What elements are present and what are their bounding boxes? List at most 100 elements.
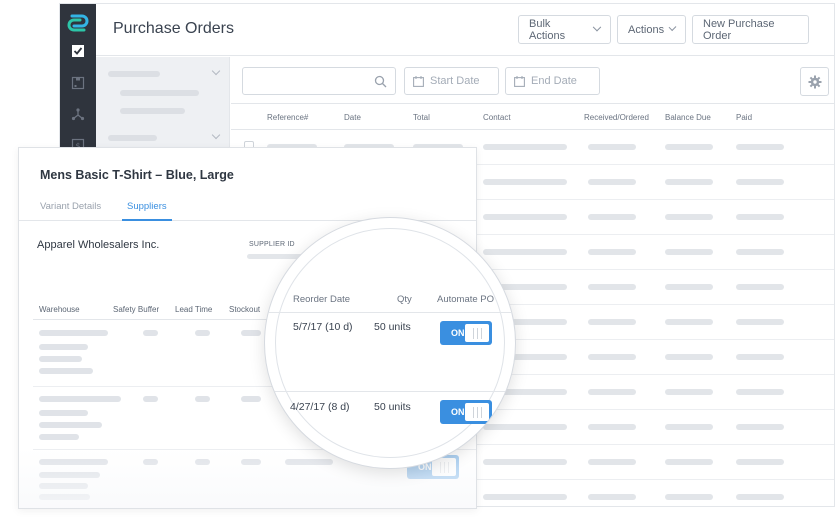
cell-skeleton	[483, 249, 567, 255]
cell-skeleton	[483, 179, 567, 185]
cell-skeleton	[665, 354, 713, 360]
automate-po-toggle[interactable]: ON	[440, 321, 492, 345]
bulk-actions-button[interactable]: Bulk Actions	[518, 15, 611, 44]
cell-skeleton	[665, 459, 713, 465]
magnified-header: Reorder Date Qty Automate PO	[265, 291, 515, 313]
column-header: Qty	[397, 294, 412, 305]
column-header: Safety Buffer	[113, 305, 160, 314]
supplier-id-label: SUPPLIER ID	[249, 241, 295, 248]
supplier-name: Apparel Wholesalers Inc.	[37, 239, 160, 251]
cell-skeleton	[588, 144, 636, 150]
start-date-placeholder: Start Date	[430, 75, 480, 87]
column-header[interactable]: Contact	[483, 113, 511, 122]
automate-po-toggle[interactable]: ON	[440, 400, 492, 424]
filter-skeleton	[120, 108, 185, 114]
start-date-input[interactable]: Start Date	[404, 67, 499, 95]
cell-skeleton	[736, 459, 784, 465]
cell-skeleton	[665, 284, 713, 290]
cell-skeleton	[665, 319, 713, 325]
cell-skeleton	[665, 424, 713, 430]
cell-skeleton	[588, 249, 636, 255]
settings-button[interactable]	[800, 67, 829, 96]
row-divider	[265, 391, 515, 392]
page-title: Purchase Orders	[113, 20, 234, 37]
cell-skeleton	[736, 214, 784, 220]
cell-skeleton	[736, 389, 784, 395]
cell-skeleton	[483, 494, 567, 500]
reorder-qty: 50 units	[374, 401, 411, 413]
variant-tabs: Variant Details Suppliers	[19, 194, 476, 221]
cell-skeleton	[665, 179, 713, 185]
column-header[interactable]: Reference#	[267, 113, 308, 122]
magnifier-lens: Reorder Date Qty Automate PO 5/7/17 (10 …	[264, 217, 516, 469]
stage: $ Purchase Orders Bulk Actions Actions N…	[0, 0, 838, 527]
cell-skeleton	[483, 459, 567, 465]
toggle-knob	[432, 458, 456, 476]
actions-label: Actions	[628, 23, 665, 36]
cell-skeleton	[736, 249, 784, 255]
cell-skeleton	[483, 214, 567, 220]
cell-skeleton	[588, 459, 636, 465]
tab-variant-details[interactable]: Variant Details	[40, 201, 101, 212]
toggle-on-label: ON	[451, 328, 465, 338]
toggle-knob	[465, 324, 489, 342]
cell-skeleton	[483, 144, 567, 150]
column-header: Automate PO	[437, 294, 495, 305]
calendar-icon	[514, 75, 525, 87]
bulk-actions-label: Bulk Actions	[529, 17, 566, 42]
new-purchase-order-button[interactable]: New Purchase Order	[692, 15, 809, 44]
column-header[interactable]: Total	[413, 113, 430, 122]
column-header[interactable]: Date	[344, 113, 361, 122]
column-header[interactable]: Paid	[736, 113, 752, 122]
reorder-qty: 50 units	[374, 321, 411, 333]
cell-skeleton	[665, 144, 713, 150]
cell-skeleton	[736, 494, 784, 500]
calendar-icon	[413, 75, 424, 87]
cell-skeleton	[665, 494, 713, 500]
box-icon[interactable]	[71, 76, 85, 90]
active-tab-indicator	[122, 219, 172, 221]
cell-skeleton	[588, 284, 636, 290]
column-header[interactable]: Received/Ordered	[584, 113, 649, 122]
gear-icon	[808, 75, 821, 88]
toggle-knob	[465, 403, 489, 421]
search-input[interactable]	[242, 67, 396, 95]
checklist-icon[interactable]	[71, 44, 85, 58]
toolbar: Start Date End Date	[231, 57, 834, 104]
cell-skeleton	[483, 424, 567, 430]
chevron-down-icon	[668, 22, 677, 31]
cell-skeleton	[588, 319, 636, 325]
cell-skeleton	[588, 389, 636, 395]
chevron-down-icon[interactable]	[211, 66, 221, 76]
cell-skeleton	[736, 319, 784, 325]
cell-skeleton	[665, 249, 713, 255]
filter-skeleton	[108, 135, 157, 141]
cell-skeleton	[588, 494, 636, 500]
logo-icon[interactable]	[66, 12, 90, 34]
end-date-placeholder: End Date	[531, 75, 577, 87]
column-header: Warehouse	[39, 305, 80, 314]
cell-skeleton	[665, 389, 713, 395]
cell-skeleton	[736, 179, 784, 185]
table-header: Reference# Date Total Contact Received/O…	[231, 104, 834, 130]
reorder-date: 5/7/17 (10 d)	[293, 321, 353, 333]
column-header[interactable]: Balance Due	[665, 113, 711, 122]
network-icon[interactable]	[71, 107, 85, 121]
actions-button[interactable]: Actions	[617, 15, 686, 44]
cell-skeleton	[736, 144, 784, 150]
column-header: Reorder Date	[293, 294, 351, 305]
column-header: Lead Time	[175, 305, 213, 314]
column-header: Stockout	[229, 305, 261, 314]
cell-skeleton	[665, 214, 713, 220]
cell-skeleton	[588, 179, 636, 185]
reorder-date: 4/27/17 (8 d)	[290, 401, 350, 413]
chevron-down-icon	[592, 22, 602, 31]
cell-skeleton	[588, 424, 636, 430]
cell-skeleton	[588, 354, 636, 360]
tab-suppliers[interactable]: Suppliers	[127, 201, 167, 212]
search-icon	[374, 75, 387, 88]
cell-skeleton	[736, 424, 784, 430]
chevron-down-icon[interactable]	[211, 130, 221, 140]
end-date-input[interactable]: End Date	[505, 67, 600, 95]
variant-title: Mens Basic T-Shirt – Blue, Large	[40, 168, 234, 182]
